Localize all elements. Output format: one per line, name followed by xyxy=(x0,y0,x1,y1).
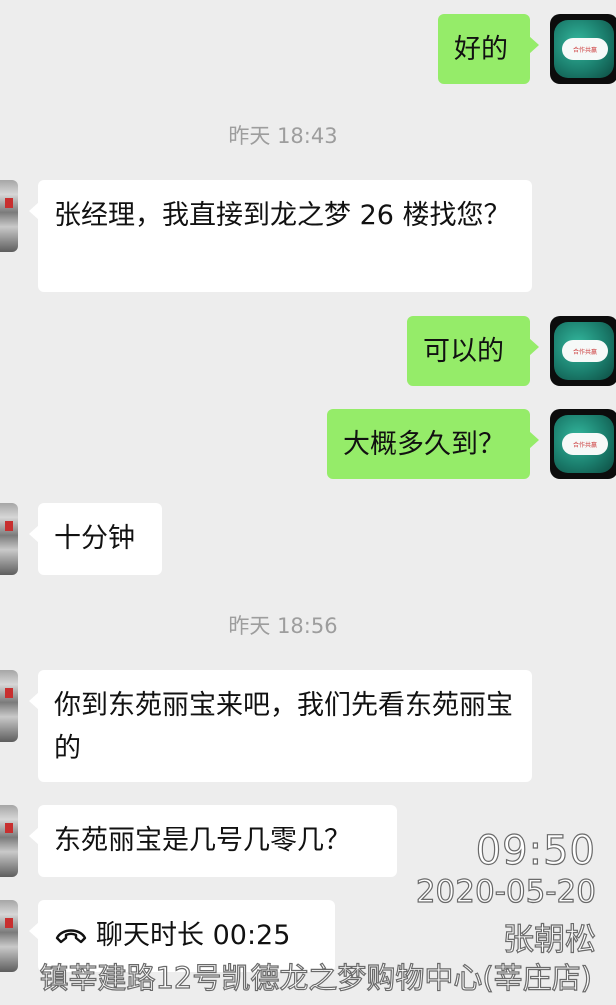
message-bubble-other[interactable]: 张经理，我直接到龙之梦 26 楼找您？ xyxy=(29,180,532,292)
message-bubble-self[interactable]: 大概多久到？ xyxy=(327,409,539,479)
contact-avatar[interactable] xyxy=(0,900,18,972)
message-text: 大概多久到？ xyxy=(343,429,505,460)
watermark-name: 张朝松 xyxy=(502,921,596,958)
avatar-logo-text: 合作共赢 xyxy=(562,340,608,362)
phone-hangup-icon xyxy=(54,915,88,958)
message-bubble-other[interactable]: 东苑丽宝是几号几零几？ xyxy=(29,805,397,877)
watermark-location: 镇莘建路12号凯德龙之梦购物中心(莘庄店) xyxy=(39,960,593,995)
chat-timestamp: 昨天 18:43 xyxy=(228,124,338,148)
message-bubble-self[interactable]: 好的 xyxy=(438,14,539,84)
message-text: 你到东苑丽宝来吧，我们先看东苑丽宝的 xyxy=(54,690,513,764)
message-text: 东苑丽宝是几号几零几？ xyxy=(54,825,351,856)
contact-avatar[interactable] xyxy=(0,805,18,877)
avatar-logo-text: 合作共赢 xyxy=(562,433,608,455)
contact-avatar[interactable] xyxy=(0,670,18,742)
message-bubble-other[interactable]: 你到东苑丽宝来吧，我们先看东苑丽宝的 xyxy=(29,670,532,782)
avatar-logo-text: 合作共赢 xyxy=(562,38,608,60)
message-text: 好的 xyxy=(454,34,508,65)
message-text: 张经理，我直接到龙之梦 26 楼找您？ xyxy=(54,200,511,231)
my-avatar[interactable]: 合作共赢 xyxy=(550,14,616,84)
message-text: 十分钟 xyxy=(54,523,135,554)
call-duration-text: 聊天时长 00:25 xyxy=(96,920,291,951)
contact-avatar[interactable] xyxy=(0,180,18,252)
chat-timestamp: 昨天 18:56 xyxy=(228,614,338,638)
message-text: 可以的 xyxy=(423,336,504,367)
watermark-time: 09:50 xyxy=(475,827,596,874)
contact-avatar[interactable] xyxy=(0,503,18,575)
my-avatar[interactable]: 合作共赢 xyxy=(550,409,616,479)
watermark-date: 2020-05-20 xyxy=(415,873,596,910)
message-bubble-other[interactable]: 十分钟 xyxy=(29,503,162,575)
message-bubble-self[interactable]: 可以的 xyxy=(407,316,539,386)
my-avatar[interactable]: 合作共赢 xyxy=(550,316,616,386)
